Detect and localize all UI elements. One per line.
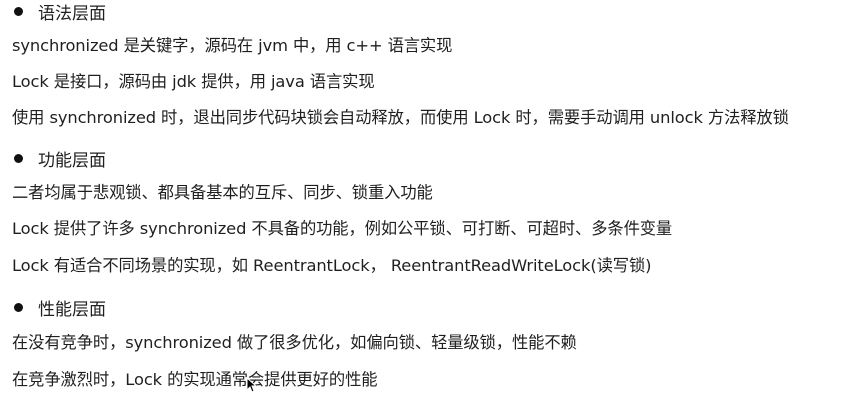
document-page: 语法层面 synchronized 是关键字，源码在 jvm 中，用 c++ 语…	[0, 0, 860, 408]
bullet-icon	[14, 153, 23, 163]
section-heading-performance: 性能层面	[12, 294, 106, 320]
section-heading-function: 功能层面	[12, 145, 106, 171]
text-line: 在竞争激烈时，Lock 的实现通常会提供更好的性能	[12, 370, 378, 389]
text-line: Lock 是接口，源码由 jdk 提供，用 java 语言实现	[12, 72, 375, 91]
text-line: Lock 提供了许多 synchronized 不具备的功能，例如公平锁、可打断…	[12, 219, 673, 238]
bullet-icon	[14, 6, 23, 16]
section-heading-text: 性能层面	[38, 299, 106, 320]
text-line: Lock 有适合不同场景的实现，如 ReentrantLock， Reentra…	[12, 256, 652, 275]
section-heading-text: 语法层面	[38, 3, 106, 24]
section-heading-text: 功能层面	[38, 150, 106, 171]
section-heading-syntax: 语法层面	[12, 0, 106, 24]
mouse-pointer-icon	[246, 377, 256, 393]
text-line: 二者均属于悲观锁、都具备基本的互斥、同步、锁重入功能	[12, 183, 433, 202]
text-line: 在没有竞争时，synchronized 做了很多优化，如偏向锁、轻量级锁，性能不…	[12, 333, 577, 352]
text-line: synchronized 是关键字，源码在 jvm 中，用 c++ 语言实现	[12, 36, 453, 55]
text-line: 使用 synchronized 时，退出同步代码块锁会自动释放，而使用 Lock…	[12, 108, 789, 127]
bullet-icon	[14, 302, 23, 312]
